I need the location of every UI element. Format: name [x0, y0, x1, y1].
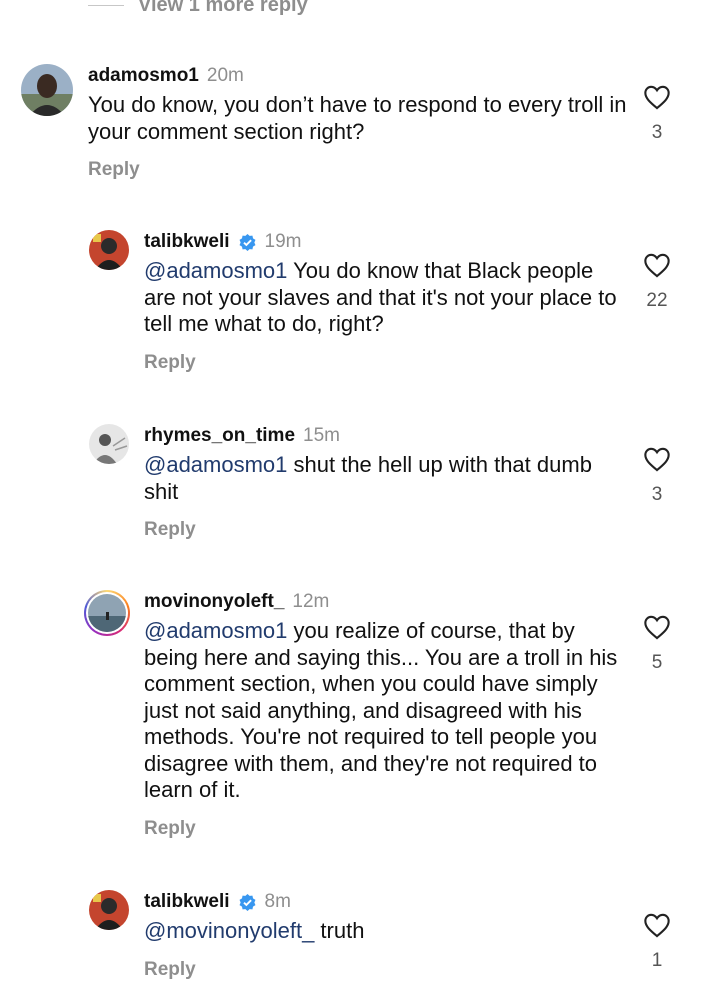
comment-meta: talibkweli 8m — [144, 890, 624, 914]
username[interactable]: movinonyoleft_ — [144, 590, 284, 614]
avatar[interactable] — [89, 230, 129, 270]
avatar-story-ring[interactable] — [84, 590, 130, 636]
timestamp: 20m — [206, 65, 244, 86]
avatar[interactable] — [89, 424, 129, 464]
timestamp: 19m — [264, 231, 302, 252]
reply-button[interactable]: Reply — [144, 959, 624, 981]
like-count: 3 — [651, 484, 663, 505]
comment-text: You do know, you don’t have to respond t… — [88, 92, 628, 145]
timestamp: 15m — [303, 425, 340, 446]
reply-button[interactable]: Reply — [88, 159, 628, 181]
reply-button[interactable]: Reply — [144, 818, 624, 840]
comment-meta: talibkweli 19m — [144, 230, 624, 254]
heart-icon[interactable] — [643, 912, 671, 938]
verified-badge-icon — [239, 893, 256, 911]
heart-icon[interactable] — [643, 84, 671, 110]
username[interactable]: adamosmo1 — [88, 64, 199, 88]
timestamp: 8m — [264, 891, 291, 912]
heart-icon[interactable] — [643, 614, 671, 640]
comment-body: truth — [314, 918, 365, 943]
comment-text: @adamosmo1 you realize of course, that b… — [144, 618, 624, 804]
view-more-replies[interactable]: View 1 more reply — [88, 0, 308, 17]
verified-badge-icon — [239, 233, 256, 251]
comment-meta: adamosmo1 20m — [88, 64, 628, 88]
comment-text: @movinonyoleft_ truth — [144, 918, 624, 945]
heart-icon[interactable] — [643, 252, 671, 278]
like-count: 5 — [651, 652, 663, 673]
like-count: 3 — [651, 122, 663, 143]
comment-body: you realize of course, that by being her… — [144, 618, 624, 802]
mention-link[interactable]: @adamosmo1 — [144, 258, 287, 283]
mention-link[interactable]: @adamosmo1 — [144, 452, 287, 477]
mention-link[interactable]: @movinonyoleft_ — [144, 918, 314, 943]
comment-body: You do know, you don’t have to respond t… — [88, 92, 633, 144]
divider — [88, 5, 124, 6]
username[interactable]: talibkweli — [144, 230, 230, 254]
timestamp: 12m — [292, 591, 330, 612]
view-more-label: View 1 more reply — [138, 0, 308, 16]
comment-meta: rhymes_on_time 15m — [144, 424, 624, 448]
comment-meta: movinonyoleft_ 12m — [144, 590, 624, 614]
avatar[interactable] — [89, 890, 129, 930]
comment-text: @adamosmo1 shut the hell up with that du… — [144, 452, 624, 505]
heart-icon[interactable] — [643, 446, 671, 472]
reply-button[interactable]: Reply — [144, 352, 624, 374]
username[interactable]: rhymes_on_time — [144, 424, 295, 448]
avatar[interactable] — [21, 64, 73, 116]
username[interactable]: talibkweli — [144, 890, 230, 914]
like-count: 22 — [646, 290, 668, 311]
avatar — [88, 594, 126, 632]
comment-text: @adamosmo1 You do know that Black people… — [144, 258, 624, 338]
reply-button[interactable]: Reply — [144, 519, 624, 541]
mention-link[interactable]: @adamosmo1 — [144, 618, 287, 643]
like-count: 1 — [651, 950, 663, 971]
